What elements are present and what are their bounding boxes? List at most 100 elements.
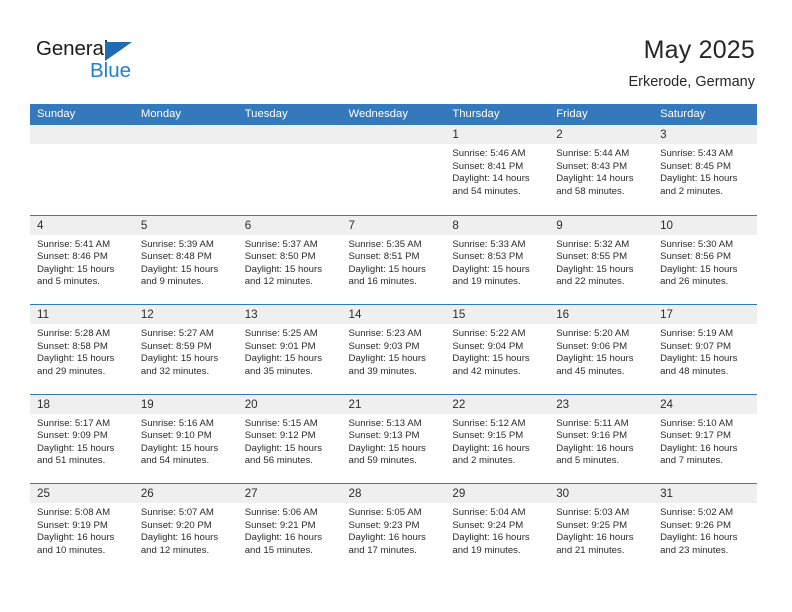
daylight-duration-line-1: Daylight: 15 hours [348,353,426,365]
daylight-duration-line-1: Daylight: 16 hours [660,442,738,454]
sunrise-time: Sunrise: 5:02 AM [660,507,734,518]
sunset-time: Sunset: 8:50 PM [244,251,316,263]
daylight-duration-line-1: Daylight: 16 hours [452,532,530,544]
daylight-duration-line-1: Daylight: 16 hours [556,532,634,544]
day-number: 26 [140,487,154,500]
daylight-duration-line-2: and 16 minutes. [348,276,417,288]
day-cell[interactable]: 29 Sunrise: 5:04 AM Sunset: 9:24 PM Dayligh… [445,484,550,572]
sunset-time: Sunset: 9:15 PM [452,430,524,442]
day-cell[interactable]: 25 Sunrise: 5:08 AM Sunset: 9:19 PM Dayligh… [30,484,134,572]
sunset-time: Sunset: 8:51 PM [348,251,420,263]
day-cell[interactable]: 8 Sunrise: 5:33 AM Sunset: 8:53 PM Daylight… [445,215,550,304]
weekday-header-monday: Monday [140,108,182,120]
sunrise-time: Sunrise: 5:32 AM [556,238,630,250]
day-cell[interactable]: 16 Sunrise: 5:20 AM Sunset: 9:06 PM Dayligh… [549,305,654,393]
sunset-time: Sunset: 9:06 PM [556,340,628,352]
day-cell[interactable]: 20 Sunrise: 5:15 AM Sunset: 9:12 PM Dayligh… [237,394,342,483]
day-number: 22 [452,397,466,411]
sunset-time: Sunset: 9:25 PM [556,519,628,531]
daylight-duration-line-2: and 9 minutes. [140,276,204,288]
day-cell[interactable]: 10 Sunrise: 5:30 AM Sunset: 8:56 PM Dayligh… [653,215,757,304]
sunset-time: Sunset: 9:09 PM [37,430,108,442]
day-cell[interactable]: 30 Sunrise: 5:03 AM Sunset: 9:25 PM Dayligh… [549,484,654,572]
day-number-band: 12 [133,305,238,324]
day-details: Sunrise: 5:22 AM Sunset: 9:04 PM Daylight:… [445,324,549,378]
sunrise-time: Sunrise: 5:11 AM [556,417,629,429]
day-number-band: 22 [445,394,550,414]
day-number-band: 15 [445,305,550,324]
day-cell[interactable]: 7 Sunrise: 5:35 AM Sunset: 8:51 PM Daylight… [341,215,446,304]
day-cell[interactable]: 2 Sunrise: 5:44 AM Sunset: 8:43 PM Daylight… [549,125,654,213]
day-cell[interactable]: 9 Sunrise: 5:32 AM Sunset: 8:55 PM Daylight… [549,215,654,304]
day-number-band: 11 [30,305,134,324]
calendar-week-row: 25 Sunrise: 5:08 AM Sunset: 9:19 PM Dayligh… [30,483,757,573]
day-number-band: 18 [30,394,134,414]
day-number: 8 [452,218,459,232]
day-cell[interactable]: 15 Sunrise: 5:22 AM Sunset: 9:04 PM Dayligh… [445,305,550,393]
day-number: 20 [244,397,258,411]
day-cell[interactable]: 11 Sunrise: 5:28 AM Sunset: 8:58 PM Dayligh… [30,305,134,393]
sunrise-time: Sunrise: 5:05 AM [348,507,422,518]
daylight-duration-line-2: and 35 minutes. [244,365,313,377]
day-details: Sunrise: 5:03 AM Sunset: 9:25 PM Daylight:… [549,503,653,557]
title-block: May 2025 Erkerode, Germany [628,34,755,92]
day-cell[interactable]: 3 Sunrise: 5:43 AM Sunset: 8:45 PM Daylight… [653,125,757,213]
day-number-band: 4 [30,215,134,235]
day-number: 28 [348,487,362,500]
day-cell[interactable]: 17 Sunrise: 5:19 AM Sunset: 9:07 PM Dayligh… [653,305,757,393]
sunset-time: Sunset: 9:16 PM [556,430,628,442]
calendar-week-row: 1 Sunrise: 5:46 AM Sunset: 8:41 PM Daylight… [30,125,757,215]
day-number: 16 [556,308,570,321]
day-cell[interactable]: 14 Sunrise: 5:23 AM Sunset: 9:03 PM Dayligh… [341,305,446,393]
daylight-duration-line-1: Daylight: 14 hours [452,173,530,185]
location-subtitle: Erkerode, Germany [628,74,755,90]
day-cell[interactable]: 4 Sunrise: 5:41 AM Sunset: 8:46 PM Daylight… [30,215,134,304]
day-number: 17 [660,308,673,321]
day-number: 11 [37,308,50,321]
day-cell[interactable]: 27 Sunrise: 5:06 AM Sunset: 9:21 PM Dayligh… [237,484,342,572]
day-cell[interactable]: 6 Sunrise: 5:37 AM Sunset: 8:50 PM Daylight… [237,215,342,304]
day-number: 19 [140,397,154,411]
day-cell[interactable]: 5 Sunrise: 5:39 AM Sunset: 8:48 PM Daylight… [133,215,238,304]
day-cell[interactable]: 28 Sunrise: 5:05 AM Sunset: 9:23 PM Dayligh… [341,484,446,572]
day-cell[interactable]: 22 Sunrise: 5:12 AM Sunset: 9:15 PM Dayligh… [445,394,550,483]
calendar-week-row: 11 Sunrise: 5:28 AM Sunset: 8:58 PM Dayligh… [30,304,757,394]
day-cell[interactable]: 26 Sunrise: 5:07 AM Sunset: 9:20 PM Dayligh… [133,484,238,572]
day-cell[interactable]: 13 Sunrise: 5:25 AM Sunset: 9:01 PM Dayligh… [237,305,342,393]
day-cell[interactable]: 1 Sunrise: 5:46 AM Sunset: 8:41 PM Daylight… [445,125,550,213]
day-cell[interactable]: 19 Sunrise: 5:16 AM Sunset: 9:10 PM Dayligh… [133,394,238,483]
day-number-band [30,125,134,144]
day-number-band: 26 [133,484,238,503]
day-cell[interactable]: 12 Sunrise: 5:27 AM Sunset: 8:59 PM Dayligh… [133,305,238,393]
sunrise-time: Sunrise: 5:25 AM [244,328,318,339]
day-cell[interactable]: 23 Sunrise: 5:11 AM Sunset: 9:16 PM Dayligh… [549,394,654,483]
day-number: 7 [348,218,355,232]
day-details: Sunrise: 5:30 AM Sunset: 8:56 PM Daylight:… [653,235,757,289]
sunrise-time: Sunrise: 5:22 AM [452,328,526,339]
sunrise-time: Sunrise: 5:20 AM [556,328,630,339]
daylight-duration-line-2: and 23 minutes. [660,544,729,556]
daylight-duration-line-1: Daylight: 16 hours [348,532,426,544]
day-cell[interactable]: 31 Sunrise: 5:02 AM Sunset: 9:26 PM Dayligh… [653,484,757,572]
daylight-duration-line-1: Daylight: 15 hours [660,173,738,185]
daylight-duration-line-1: Daylight: 16 hours [556,442,634,454]
daylight-duration-line-2: and 32 minutes. [140,365,210,377]
brand-logo[interactable]: General Blue [36,37,176,87]
daylight-duration-line-2: and 5 minutes. [37,276,100,288]
day-number: 23 [556,397,570,411]
day-cell[interactable]: 24 Sunrise: 5:10 AM Sunset: 9:17 PM Dayligh… [653,394,757,483]
daylight-duration-line-1: Daylight: 15 hours [348,442,426,454]
sunset-time: Sunset: 8:56 PM [660,251,731,263]
day-cell[interactable]: 21 Sunrise: 5:13 AM Sunset: 9:13 PM Dayligh… [341,394,446,483]
daylight-duration-line-2: and 39 minutes. [348,365,417,377]
day-cell[interactable]: 18 Sunrise: 5:17 AM Sunset: 9:09 PM Dayligh… [30,394,134,483]
day-details: Sunrise: 5:13 AM Sunset: 9:13 PM Daylight:… [342,414,446,468]
sunrise-time: Sunrise: 5:30 AM [660,238,734,250]
day-number: 6 [244,218,252,232]
day-number: 15 [452,308,466,321]
daylight-duration-line-2: and 19 minutes. [452,544,521,556]
daylight-duration-line-1: Daylight: 15 hours [660,353,738,365]
weekday-header-saturday: Saturday [660,108,706,120]
day-number-band [341,125,446,144]
sunset-time: Sunset: 9:23 PM [348,519,420,531]
